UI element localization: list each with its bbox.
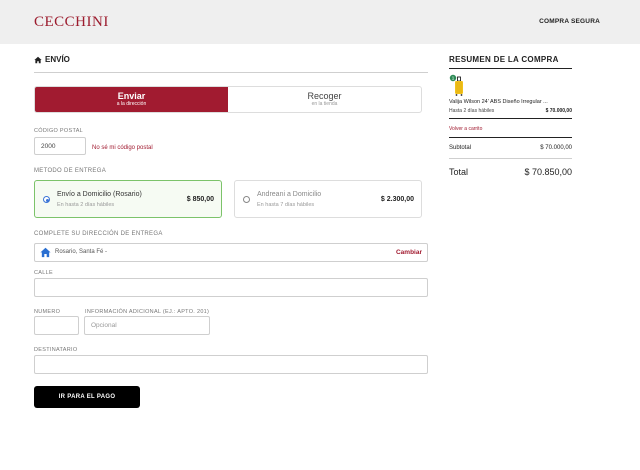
subtotal-label: Subtotal <box>449 145 472 151</box>
secure-purchase-label: COMPRA SEGURA <box>539 18 600 25</box>
shipping-title-text: ENVÍO <box>45 55 70 64</box>
subtotal-value: $ 70.000,00 <box>540 145 572 151</box>
back-to-cart-link[interactable]: Volver a carrito <box>449 126 482 132</box>
shipping-section-title: ENVÍO <box>34 55 70 64</box>
product-name: Valija Wilson 24' ABS Diseño Irregular .… <box>449 99 548 105</box>
additional-info-label: INFORMACIÓN ADICIONAL (EJ.: APTO. 201) <box>85 309 210 315</box>
tab-ship-label: Enviar <box>117 91 146 101</box>
shipping-option-andreani[interactable]: Andreani a Domicilio En hasta 7 días háb… <box>234 180 422 218</box>
number-label: NUMERO <box>34 309 61 315</box>
top-bar: CECCHINI COMPRA SEGURA <box>0 0 640 44</box>
address-text: Rosario, Santa Fé - <box>55 249 108 255</box>
product-delivery-time: Hasta 2 días hábiles <box>449 108 495 114</box>
divider <box>34 72 428 73</box>
delivery-method-label: METODO DE ENTREGA <box>34 168 106 174</box>
tab-pickup-label: Recoger <box>307 91 342 101</box>
summary-divider <box>449 158 572 159</box>
shipping-option-price: $ 850,00 <box>186 196 214 203</box>
street-input[interactable] <box>34 278 428 297</box>
summary-title: RESUMEN DE LA COMPRA <box>449 55 559 64</box>
number-input[interactable] <box>34 316 79 335</box>
shipping-option-eta: En hasta 2 días hábiles <box>57 202 115 208</box>
brand-logo[interactable]: CECCHINI <box>34 14 109 31</box>
summary-divider <box>449 68 572 69</box>
go-to-payment-button[interactable]: IR PARA EL PAGO <box>34 386 140 408</box>
additional-info-input[interactable] <box>84 316 210 335</box>
recipient-input[interactable] <box>34 355 428 374</box>
summary-divider <box>449 137 572 138</box>
address-summary-box: Rosario, Santa Fé - Cambiar <box>34 243 428 262</box>
shipping-option-price: $ 2.300,00 <box>380 196 414 203</box>
home-icon <box>34 56 42 63</box>
suitcase-product-image[interactable]: 1 <box>449 74 469 98</box>
recipient-label: DESTINATARIO <box>34 347 78 353</box>
radio-selected[interactable] <box>43 196 50 203</box>
shipping-option-name: Andreani a Domicilio <box>257 191 322 198</box>
street-label: CALLE <box>34 270 53 276</box>
house-icon <box>40 247 51 258</box>
tab-pickup-in-store[interactable]: Recoger en la tienda <box>228 87 421 112</box>
tab-ship-to-address[interactable]: Enviar a la dirección <box>35 87 228 112</box>
address-section-label: COMPLETE SU DIRECCIÓN DE ENTREGA <box>34 231 163 237</box>
total-label: Total <box>449 167 469 177</box>
postal-code-label: CÓDIGO POSTAL <box>34 128 84 134</box>
shipping-option-rosario[interactable]: Envío a Domicilio (Rosario) En hasta 2 d… <box>34 180 222 218</box>
tab-pickup-sublabel: en la tienda <box>311 101 338 107</box>
shipping-option-eta: En hasta 7 días hábiles <box>257 202 315 208</box>
delivery-mode-toggle: Enviar a la dirección Recoger en la tien… <box>34 86 422 113</box>
shipping-option-name: Envío a Domicilio (Rosario) <box>57 191 142 198</box>
change-address-link[interactable]: Cambiar <box>396 249 422 256</box>
total-value: $ 70.850,00 <box>524 167 572 177</box>
postal-code-input[interactable] <box>34 137 86 155</box>
no-zip-link[interactable]: No sé mi código postal <box>92 145 153 151</box>
summary-divider <box>449 118 572 119</box>
tab-ship-sublabel: a la dirección <box>116 101 147 107</box>
radio-unselected[interactable] <box>243 196 250 203</box>
product-price: $ 70.000,00 <box>545 108 572 114</box>
